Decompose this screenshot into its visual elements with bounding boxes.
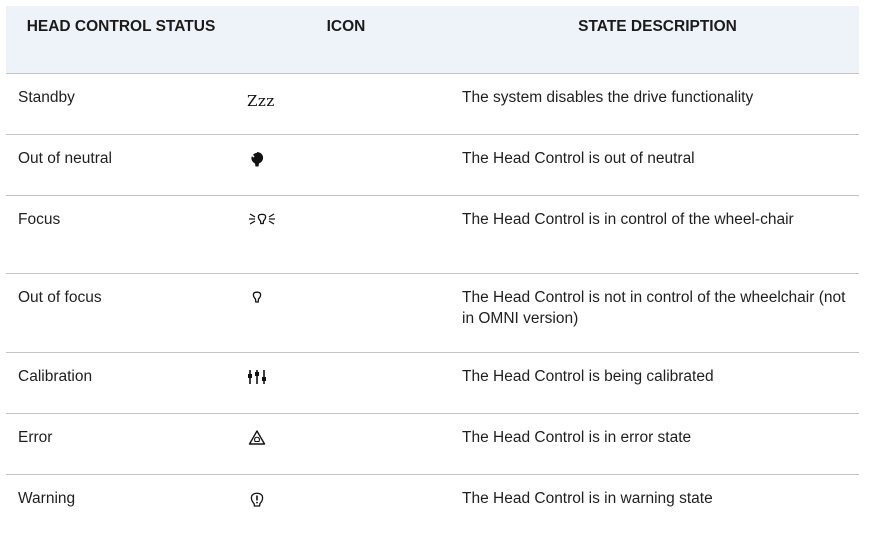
head-out-of-focus-icon (247, 288, 287, 310)
status-cell: Error (6, 414, 236, 475)
icon-cell (236, 414, 456, 475)
description-cell: The Head Control is not in control of th… (456, 274, 859, 353)
header-description: STATE DESCRIPTION (456, 6, 859, 74)
table-row: Warning The Head Control is in warning s… (6, 475, 859, 535)
calibration-sliders-icon (247, 367, 287, 389)
status-cell: Calibration (6, 353, 236, 414)
description-cell: The system disables the drive functional… (456, 74, 859, 135)
table-row: Focus The Head Contro (6, 196, 859, 274)
head-focus-icon (247, 210, 287, 232)
table-header-row: HEAD CONTROL STATUS ICON STATE DESCRIPTI… (6, 6, 859, 74)
header-status: HEAD CONTROL STATUS (6, 6, 236, 74)
icon-cell (236, 196, 456, 274)
status-cell: Out of neutral (6, 135, 236, 196)
error-triangle-icon (247, 428, 287, 450)
description-cell: The Head Control is out of neutral (456, 135, 859, 196)
icon-cell (236, 353, 456, 414)
status-cell: Warning (6, 475, 236, 535)
table-row: Out of neutral The Head Control is out o… (6, 135, 859, 196)
description-cell: The Head Control is in error state (456, 414, 859, 475)
table-row: Calibration The Head Control is bein (6, 353, 859, 414)
table-row: Error The Head Control is in error state (6, 414, 859, 475)
status-cell: Out of focus (6, 274, 236, 353)
description-cell: The Head Control is in warning state (456, 475, 859, 535)
table-row: Standby Zzz The system disables the driv… (6, 74, 859, 135)
description-cell: The Head Control is in control of the wh… (456, 196, 859, 274)
status-cell: Focus (6, 196, 236, 274)
icon-cell (236, 274, 456, 353)
warning-circle-icon (247, 489, 287, 511)
description-cell: The Head Control is being calibrated (456, 353, 859, 414)
table-row: Out of focus The Head Control is not in … (6, 274, 859, 353)
status-cell: Standby (6, 74, 236, 135)
header-icon: ICON (236, 6, 456, 74)
head-control-status-table: HEAD CONTROL STATUS ICON STATE DESCRIPTI… (6, 6, 859, 535)
head-out-of-neutral-icon (247, 149, 287, 171)
zzz-sleep-icon: Zzz (247, 91, 450, 112)
icon-cell (236, 475, 456, 535)
head-control-status-table-container: HEAD CONTROL STATUS ICON STATE DESCRIPTI… (6, 6, 859, 535)
icon-cell (236, 135, 456, 196)
icon-cell: Zzz (236, 74, 456, 135)
